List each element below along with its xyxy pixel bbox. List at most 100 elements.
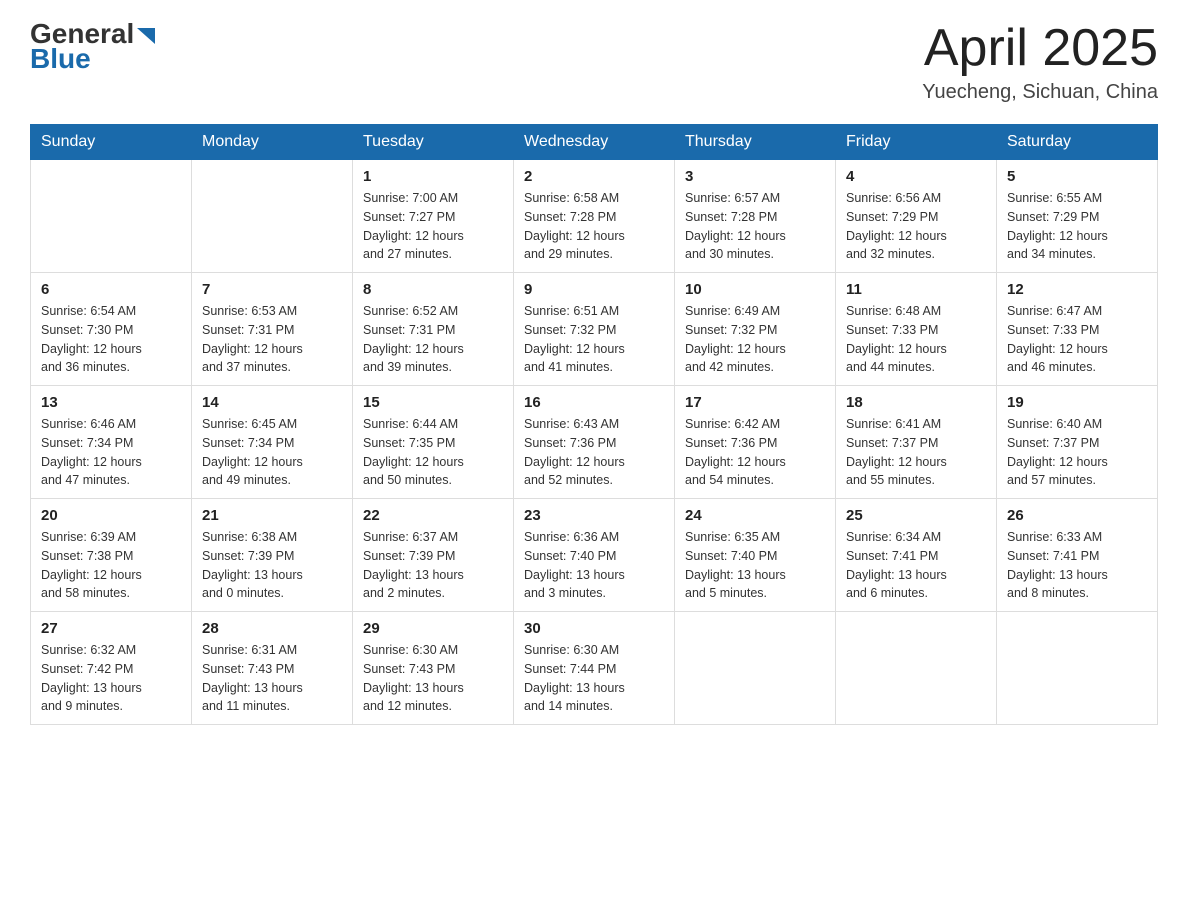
weekday-header-wednesday: Wednesday <box>514 125 675 160</box>
day-number: 8 <box>363 281 503 298</box>
calendar-cell: 21Sunrise: 6:38 AMSunset: 7:39 PMDayligh… <box>192 499 353 612</box>
day-info: Sunrise: 6:53 AMSunset: 7:31 PMDaylight:… <box>202 302 342 377</box>
day-number: 13 <box>41 394 181 411</box>
weekday-header-monday: Monday <box>192 125 353 160</box>
day-number: 12 <box>1007 281 1147 298</box>
day-number: 26 <box>1007 507 1147 524</box>
calendar-cell: 2 Sunrise: 6:58 AMSunset: 7:28 PMDaylight… <box>514 160 675 273</box>
calendar-cell: 9 Sunrise: 6:51 AMSunset: 7:32 PMDaylight… <box>514 273 675 386</box>
month-year-title: April 2025 <box>922 20 1158 77</box>
calendar-cell: 24 Sunrise: 6:35 AMSunset: 7:40 PMDayligh… <box>675 499 836 612</box>
calendar-cell: 13 Sunrise: 6:46 AMSunset: 7:34 PMDayligh… <box>31 386 192 499</box>
day-info: Sunrise: 6:41 AMSunset: 7:37 PMDaylight:… <box>846 415 986 490</box>
location-subtitle: Yuecheng, Sichuan, China <box>922 81 1158 104</box>
calendar-cell: 19Sunrise: 6:40 AMSunset: 7:37 PMDayligh… <box>997 386 1158 499</box>
day-number: 27 <box>41 620 181 637</box>
day-info: Sunrise: 6:51 AMSunset: 7:32 PMDaylight:… <box>524 302 664 377</box>
calendar-cell <box>31 160 192 273</box>
day-number: 5 <box>1007 168 1147 185</box>
day-info: Sunrise: 6:46 AMSunset: 7:34 PMDaylight:… <box>41 415 181 490</box>
day-number: 1 <box>363 168 503 185</box>
calendar-cell <box>192 160 353 273</box>
calendar-week-row: 20 Sunrise: 6:39 AMSunset: 7:38 PMDayligh… <box>31 499 1158 612</box>
day-info: Sunrise: 6:44 AMSunset: 7:35 PMDaylight:… <box>363 415 503 490</box>
logo-content: General Blue <box>30 20 157 75</box>
calendar-cell: 11 Sunrise: 6:48 AMSunset: 7:33 PMDayligh… <box>836 273 997 386</box>
day-number: 14 <box>202 394 342 411</box>
day-number: 25 <box>846 507 986 524</box>
calendar-cell: 26 Sunrise: 6:33 AMSunset: 7:41 PMDayligh… <box>997 499 1158 612</box>
day-info: Sunrise: 7:00 AMSunset: 7:27 PMDaylight:… <box>363 189 503 264</box>
day-number: 17 <box>685 394 825 411</box>
day-number: 18 <box>846 394 986 411</box>
day-number: 29 <box>363 620 503 637</box>
calendar-cell: 25Sunrise: 6:34 AMSunset: 7:41 PMDayligh… <box>836 499 997 612</box>
calendar-cell: 10 Sunrise: 6:49 AMSunset: 7:32 PMDayligh… <box>675 273 836 386</box>
day-info: Sunrise: 6:37 AMSunset: 7:39 PMDaylight:… <box>363 528 503 603</box>
day-info: Sunrise: 6:30 AMSunset: 7:44 PMDaylight:… <box>524 641 664 716</box>
day-info: Sunrise: 6:48 AMSunset: 7:33 PMDaylight:… <box>846 302 986 377</box>
calendar-week-row: 27 Sunrise: 6:32 AMSunset: 7:42 PMDayligh… <box>31 612 1158 725</box>
calendar-cell: 20 Sunrise: 6:39 AMSunset: 7:38 PMDayligh… <box>31 499 192 612</box>
weekday-header-sunday: Sunday <box>31 125 192 160</box>
calendar-cell: 16Sunrise: 6:43 AMSunset: 7:36 PMDayligh… <box>514 386 675 499</box>
day-number: 9 <box>524 281 664 298</box>
day-info: Sunrise: 6:54 AMSunset: 7:30 PMDaylight:… <box>41 302 181 377</box>
day-number: 7 <box>202 281 342 298</box>
day-info: Sunrise: 6:55 AMSunset: 7:29 PMDaylight:… <box>1007 189 1147 264</box>
calendar-cell: 18 Sunrise: 6:41 AMSunset: 7:37 PMDayligh… <box>836 386 997 499</box>
day-info: Sunrise: 6:31 AMSunset: 7:43 PMDaylight:… <box>202 641 342 716</box>
weekday-header-tuesday: Tuesday <box>353 125 514 160</box>
calendar-week-row: 6 Sunrise: 6:54 AMSunset: 7:30 PMDaylight… <box>31 273 1158 386</box>
calendar-cell <box>675 612 836 725</box>
day-info: Sunrise: 6:40 AMSunset: 7:37 PMDaylight:… <box>1007 415 1147 490</box>
calendar-cell: 23 Sunrise: 6:36 AMSunset: 7:40 PMDayligh… <box>514 499 675 612</box>
calendar-cell: 28Sunrise: 6:31 AMSunset: 7:43 PMDayligh… <box>192 612 353 725</box>
day-info: Sunrise: 6:52 AMSunset: 7:31 PMDaylight:… <box>363 302 503 377</box>
page-header: General Blue April 2025 Yuecheng, Sichua… <box>30 20 1158 104</box>
calendar-cell: 22 Sunrise: 6:37 AMSunset: 7:39 PMDayligh… <box>353 499 514 612</box>
calendar-cell: 15 Sunrise: 6:44 AMSunset: 7:35 PMDayligh… <box>353 386 514 499</box>
calendar-cell: 6 Sunrise: 6:54 AMSunset: 7:30 PMDaylight… <box>31 273 192 386</box>
weekday-header-saturday: Saturday <box>997 125 1158 160</box>
day-number: 6 <box>41 281 181 298</box>
day-number: 11 <box>846 281 986 298</box>
weekday-header-thursday: Thursday <box>675 125 836 160</box>
calendar-cell: 12 Sunrise: 6:47 AMSunset: 7:33 PMDayligh… <box>997 273 1158 386</box>
weekday-header-friday: Friday <box>836 125 997 160</box>
day-number: 23 <box>524 507 664 524</box>
calendar-cell: 8 Sunrise: 6:52 AMSunset: 7:31 PMDaylight… <box>353 273 514 386</box>
day-info: Sunrise: 6:39 AMSunset: 7:38 PMDaylight:… <box>41 528 181 603</box>
day-number: 10 <box>685 281 825 298</box>
calendar-cell: 30 Sunrise: 6:30 AMSunset: 7:44 PMDayligh… <box>514 612 675 725</box>
calendar-cell: 29Sunrise: 6:30 AMSunset: 7:43 PMDayligh… <box>353 612 514 725</box>
title-section: April 2025 Yuecheng, Sichuan, China <box>922 20 1158 104</box>
day-info: Sunrise: 6:33 AMSunset: 7:41 PMDaylight:… <box>1007 528 1147 603</box>
day-number: 4 <box>846 168 986 185</box>
logo-blue-text: Blue <box>30 44 157 75</box>
day-info: Sunrise: 6:35 AMSunset: 7:40 PMDaylight:… <box>685 528 825 603</box>
calendar-header-row: SundayMondayTuesdayWednesdayThursdayFrid… <box>31 125 1158 160</box>
day-number: 2 <box>524 168 664 185</box>
logo-triangle-icon <box>135 24 157 46</box>
day-info: Sunrise: 6:58 AMSunset: 7:28 PMDaylight:… <box>524 189 664 264</box>
day-info: Sunrise: 6:47 AMSunset: 7:33 PMDaylight:… <box>1007 302 1147 377</box>
logo: General Blue <box>30 20 157 75</box>
calendar-week-row: 1 Sunrise: 7:00 AMSunset: 7:27 PMDaylight… <box>31 160 1158 273</box>
calendar-cell <box>997 612 1158 725</box>
day-number: 30 <box>524 620 664 637</box>
day-info: Sunrise: 6:49 AMSunset: 7:32 PMDaylight:… <box>685 302 825 377</box>
day-info: Sunrise: 6:56 AMSunset: 7:29 PMDaylight:… <box>846 189 986 264</box>
calendar-cell: 17Sunrise: 6:42 AMSunset: 7:36 PMDayligh… <box>675 386 836 499</box>
calendar-week-row: 13 Sunrise: 6:46 AMSunset: 7:34 PMDayligh… <box>31 386 1158 499</box>
calendar-cell: 14Sunrise: 6:45 AMSunset: 7:34 PMDayligh… <box>192 386 353 499</box>
day-number: 24 <box>685 507 825 524</box>
day-number: 15 <box>363 394 503 411</box>
day-number: 22 <box>363 507 503 524</box>
day-info: Sunrise: 6:36 AMSunset: 7:40 PMDaylight:… <box>524 528 664 603</box>
calendar-cell: 4 Sunrise: 6:56 AMSunset: 7:29 PMDaylight… <box>836 160 997 273</box>
day-info: Sunrise: 6:32 AMSunset: 7:42 PMDaylight:… <box>41 641 181 716</box>
calendar-cell: 27 Sunrise: 6:32 AMSunset: 7:42 PMDayligh… <box>31 612 192 725</box>
day-number: 20 <box>41 507 181 524</box>
day-number: 16 <box>524 394 664 411</box>
